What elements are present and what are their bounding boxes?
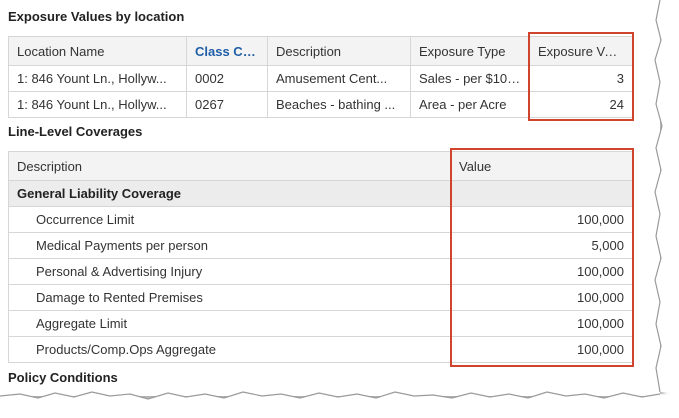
coverage-label: Products/Comp.Ops Aggregate	[8, 336, 451, 363]
exposure-header-row: Location Name Class Code Description Exp…	[8, 36, 633, 66]
exposure-table: Location Name Class Code Description Exp…	[8, 36, 633, 118]
col-description[interactable]: Description	[267, 36, 411, 66]
coverage-label: Damage to Rented Premises	[8, 284, 451, 311]
coverage-label: Medical Payments per person	[8, 232, 451, 259]
cell-description: Amusement Cent...	[267, 65, 411, 92]
col-location-name[interactable]: Location Name	[8, 36, 187, 66]
torn-edge-bottom	[0, 391, 679, 418]
coverage-value[interactable]: 100,000	[450, 336, 633, 363]
coverage-label: Occurrence Limit	[8, 206, 451, 233]
cell-exposure-type: Area - per Acre	[410, 91, 530, 118]
cell-exposure-value[interactable]: 24	[529, 91, 633, 118]
cell-description: Beaches - bathing ...	[267, 91, 411, 118]
coverage-value[interactable]: 100,000	[450, 310, 633, 337]
col-description[interactable]: Description	[8, 151, 451, 181]
group-value	[450, 180, 633, 207]
coverages-section-title: Line-Level Coverages	[8, 124, 143, 139]
coverage-value[interactable]: 100,000	[450, 206, 633, 233]
table-row[interactable]: Aggregate Limit 100,000	[8, 310, 633, 337]
table-row[interactable]: Medical Payments per person 5,000	[8, 232, 633, 259]
torn-edge-right	[654, 0, 679, 393]
screenshot-frame: Exposure Values by location Location Nam…	[0, 0, 660, 396]
table-row[interactable]: Products/Comp.Ops Aggregate 100,000	[8, 336, 633, 363]
coverage-value[interactable]: 100,000	[450, 258, 633, 285]
col-exposure-value[interactable]: Exposure Value	[529, 36, 633, 66]
coverage-label: Personal & Advertising Injury	[8, 258, 451, 285]
group-label: General Liability Coverage	[8, 180, 451, 207]
coverage-value[interactable]: 5,000	[450, 232, 633, 259]
col-value[interactable]: Value	[450, 151, 633, 181]
table-row[interactable]: 1: 846 Yount Ln., Hollyw... 0002 Amuseme…	[8, 65, 633, 92]
policy-section-title: Policy Conditions	[8, 370, 118, 385]
cell-location: 1: 846 Yount Ln., Hollyw...	[8, 91, 187, 118]
coverage-value[interactable]: 100,000	[450, 284, 633, 311]
table-row[interactable]: Occurrence Limit 100,000	[8, 206, 633, 233]
group-row-general-liability[interactable]: General Liability Coverage	[8, 180, 633, 207]
col-class-code[interactable]: Class Code	[186, 36, 268, 66]
cell-exposure-value[interactable]: 3	[529, 65, 633, 92]
cell-class-code: 0002	[186, 65, 268, 92]
coverage-label: Aggregate Limit	[8, 310, 451, 337]
exposure-section-title: Exposure Values by location	[8, 9, 185, 24]
table-row[interactable]: 1: 846 Yount Ln., Hollyw... 0267 Beaches…	[8, 91, 633, 118]
cell-location: 1: 846 Yount Ln., Hollyw...	[8, 65, 187, 92]
table-row[interactable]: Personal & Advertising Injury 100,000	[8, 258, 633, 285]
cell-exposure-type: Sales - per $1000	[410, 65, 530, 92]
coverages-table: Description Value General Liability Cove…	[8, 151, 633, 363]
coverages-header-row: Description Value	[8, 151, 633, 181]
col-exposure-type[interactable]: Exposure Type	[410, 36, 530, 66]
cell-class-code: 0267	[186, 91, 268, 118]
table-row[interactable]: Damage to Rented Premises 100,000	[8, 284, 633, 311]
